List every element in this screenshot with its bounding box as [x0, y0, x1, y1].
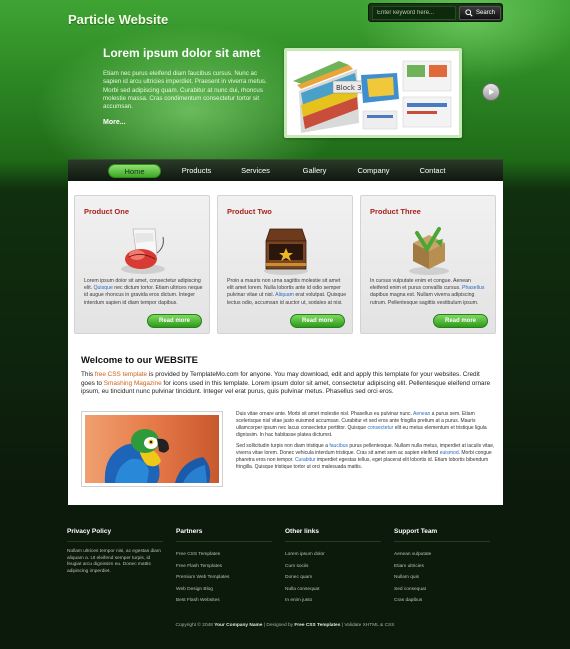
read-more-button[interactable]: Read more [290, 314, 345, 328]
hero-next-button[interactable] [482, 83, 500, 101]
search-input[interactable] [372, 6, 456, 20]
footer-partners: Partners Free CSS Templates Free Flash T… [176, 528, 272, 607]
nav-home[interactable]: Home [108, 163, 161, 178]
footer-heading: Support Team [394, 528, 490, 542]
product-description: Lorem ipsum dolor sit amet, consectetur … [84, 278, 204, 307]
curabitur-link[interactable]: Curabitur [295, 457, 316, 463]
product-title[interactable]: Product Two [227, 207, 272, 216]
footer-link[interactable]: Nullam quis [394, 572, 490, 584]
hero-heading: Lorem ipsum dolor sit amet [103, 46, 261, 60]
copyright-text: | Designed by [262, 623, 295, 628]
aenean-link[interactable]: Aenean [413, 411, 430, 417]
search-icon [465, 9, 473, 17]
nav-gallery[interactable]: Gallery [285, 164, 344, 178]
hero-image[interactable]: Block 3D [284, 48, 462, 138]
search-button-label: Search [475, 10, 495, 16]
footer-link[interactable]: Cum sociis [285, 561, 381, 573]
mouse-icon [121, 228, 165, 274]
designer-link[interactable]: Free CSS Templates [294, 623, 340, 628]
footer-link[interactable]: Donec quam [285, 572, 381, 584]
parrot-photo [85, 415, 219, 483]
footer-privacy-text: Nullam ultrices tempor nisi, ac egestas … [67, 549, 161, 574]
footer-link[interactable]: Free Flash Templates [176, 561, 272, 573]
product-title[interactable]: Product Three [370, 207, 421, 216]
main-content: Product One Lorem ipsum dolor sit amet, … [68, 181, 503, 505]
footer-link[interactable]: Etiam ultricies [394, 561, 490, 573]
block-3d-image: Block 3D [287, 51, 459, 135]
product-description: In cursus vulputate enim et congue. Aene… [370, 278, 490, 307]
right-shade [503, 190, 570, 490]
footer-link[interactable]: Premium Web Templates [176, 572, 272, 584]
package-icon [409, 227, 449, 275]
consectetur-link[interactable]: consectetur [367, 425, 393, 431]
faucibus-link[interactable]: faucibus [329, 443, 348, 449]
product-description: Proin a mauris non urna sagittis molesti… [227, 278, 347, 307]
read-more-button[interactable]: Read more [147, 314, 202, 328]
euismod-link[interactable]: euismod [440, 450, 459, 456]
nav-contact[interactable]: Contact [403, 164, 462, 178]
next-arrow-icon [489, 89, 494, 95]
search-button[interactable]: Search [459, 6, 501, 20]
article-paragraph-1: Duis vitae ornare ante. Morbi sit amet m… [236, 411, 496, 439]
product-card-three: Product Three In cursus vulputate enim e… [360, 195, 496, 334]
footer-other-links: Other links Lorem ipsum dolor Cum sociis… [285, 528, 381, 607]
copyright-text: Copyright © 2048 [175, 623, 215, 628]
article-text-part: Duis vitae ornare ante. Morbi sit amet m… [236, 411, 414, 417]
footer-support: Support Team Aenean vulputate Etiam ultr… [394, 528, 490, 607]
footer-heading: Privacy Policy [67, 528, 163, 542]
nav-products[interactable]: Products [167, 164, 226, 178]
welcome-text-part: This [81, 371, 95, 378]
footer-heading: Other links [285, 528, 381, 542]
free-css-template-link[interactable]: free CSS template [95, 371, 147, 378]
footer-link[interactable]: Web Design Blog [176, 584, 272, 596]
footer-link[interactable]: Sed consequat [394, 584, 490, 596]
read-more-button[interactable]: Read more [433, 314, 488, 328]
footer-link[interactable]: Cras dapibus [394, 595, 490, 607]
product-inline-link[interactable]: Phasellus [462, 285, 485, 291]
search-box: Search [368, 3, 503, 22]
article-paragraph-2: Sed sollicitudin turpis non diam tristiq… [236, 443, 496, 471]
footer-privacy: Privacy Policy Nullam ultrices tempor ni… [67, 528, 163, 575]
footer-link[interactable]: Aenean vulputate [394, 549, 490, 561]
footer-link[interactable]: Free CSS Templates [176, 549, 272, 561]
copyright: Copyright © 2048 Your Company Name | Des… [0, 623, 570, 628]
product-text-part: In cursus vulputate enim et congue. Aene… [370, 278, 471, 292]
footer-link[interactable]: In enim justo [285, 595, 381, 607]
main-nav: Home Products Services Gallery Company C… [68, 159, 503, 181]
company-link[interactable]: Your Company Name [214, 623, 262, 628]
footer-link[interactable]: Lorem ipsum dolor [285, 549, 381, 561]
footer-link[interactable]: Best Flash Websites [176, 595, 272, 607]
welcome-text: This free CSS template is provided by Te… [81, 371, 493, 397]
footer-link[interactable]: Nulla consequat [285, 584, 381, 596]
parrot-image [81, 411, 223, 487]
product-text-part: dapibus magna est. Nullam viverra adipis… [370, 292, 479, 306]
hero-more-link[interactable]: More... [103, 119, 126, 126]
site-title[interactable]: Particle Website [68, 12, 168, 27]
nav-company[interactable]: Company [344, 164, 403, 178]
validate-link[interactable]: | Validate XHTML & CSS [340, 623, 395, 628]
article-text-part: Sed sollicitudin turpis non diam tristiq… [236, 443, 330, 449]
footer-heading: Partners [176, 528, 272, 542]
product-card-one: Product One Lorem ipsum dolor sit amet, … [74, 195, 210, 334]
welcome-title: Welcome to our WEBSITE [81, 355, 199, 366]
smashing-magazine-link[interactable]: Smashing Magazine [104, 380, 162, 387]
product-card-two: Product Two Proin a mauris non urna sagi… [217, 195, 353, 334]
nav-services[interactable]: Services [226, 164, 285, 178]
hero-text: Etiam nec purus eleifend diam faucibus c… [103, 70, 267, 111]
treasure-chest-icon [264, 228, 308, 275]
product-title[interactable]: Product One [84, 207, 129, 216]
product-inline-link[interactable]: Quisque [94, 285, 113, 291]
left-shade [0, 190, 68, 490]
article-text: Duis vitae ornare ante. Morbi sit amet m… [236, 411, 496, 475]
product-inline-link[interactable]: Aliquam [275, 292, 294, 298]
